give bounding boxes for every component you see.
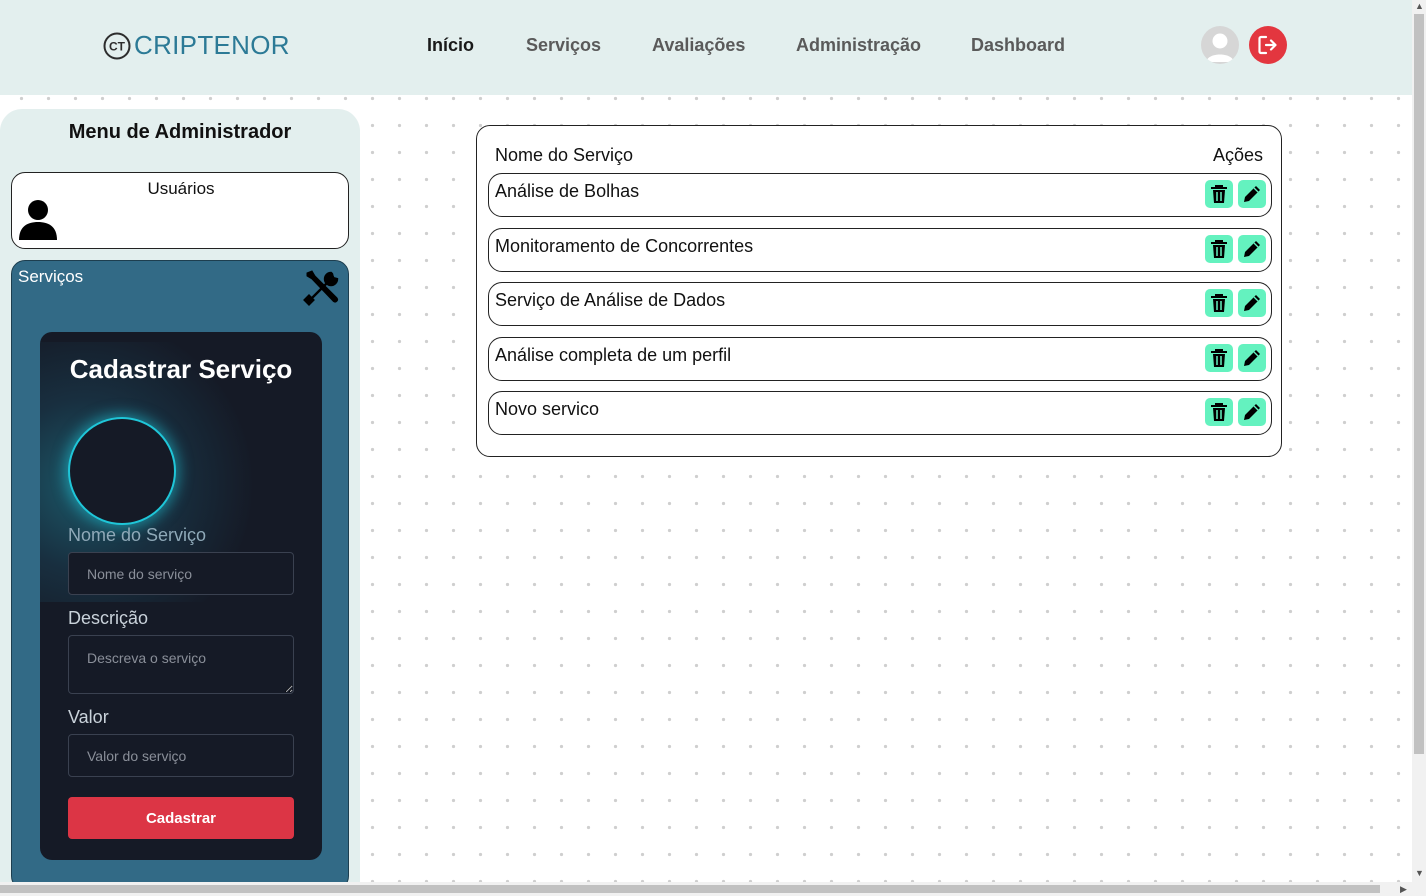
pencil-icon bbox=[1242, 402, 1262, 422]
nav-dashboard[interactable]: Dashboard bbox=[971, 35, 1065, 56]
svg-text:CT: CT bbox=[109, 39, 126, 53]
sidebar-title: Menu de Administrador bbox=[68, 121, 292, 143]
table-row: Serviço de Análise de Dados bbox=[488, 282, 1272, 326]
user-icon bbox=[19, 200, 57, 240]
horizontal-scrollbar[interactable]: ▶ bbox=[0, 882, 1426, 896]
vertical-scrollbar[interactable]: ▲ ▼ bbox=[1412, 0, 1426, 882]
edit-button[interactable] bbox=[1238, 234, 1266, 263]
users-label: Usuários bbox=[147, 179, 215, 198]
trash-icon bbox=[1210, 348, 1228, 368]
service-name: Análise de Bolhas bbox=[495, 181, 640, 201]
edit-button[interactable] bbox=[1238, 398, 1266, 426]
nav-administracao[interactable]: Administração bbox=[796, 35, 921, 56]
form-title: Cadastrar Serviço bbox=[69, 354, 293, 384]
table-row: Novo servico bbox=[488, 391, 1272, 435]
delete-button[interactable] bbox=[1205, 343, 1233, 372]
scroll-right-arrow-icon[interactable]: ▶ bbox=[1400, 885, 1407, 894]
services-table: Nome do Serviço Ações Análise de Bolhas M… bbox=[476, 125, 1282, 457]
logo-text: CRIPTENOR bbox=[134, 30, 290, 60]
trash-icon bbox=[1210, 293, 1228, 313]
logout-icon bbox=[1258, 35, 1277, 55]
description-field-label: Descrição bbox=[68, 608, 149, 628]
edit-button[interactable] bbox=[1238, 289, 1266, 317]
register-service-form: Cadastrar Serviço Nome do Serviço Descri… bbox=[40, 332, 322, 860]
service-name: Análise completa de um perfil bbox=[495, 344, 732, 365]
nav-inicio[interactable]: Início bbox=[427, 35, 474, 56]
pencil-icon bbox=[1242, 184, 1262, 204]
value-field-label: Valor bbox=[68, 707, 109, 727]
table-row: Análise de Bolhas bbox=[488, 173, 1272, 217]
users-menu-card[interactable]: Usuários bbox=[11, 172, 349, 249]
column-header-actions: Ações bbox=[1212, 145, 1263, 165]
delete-button[interactable] bbox=[1205, 234, 1233, 263]
table-row: Análise completa de um perfil bbox=[488, 336, 1272, 381]
delete-button[interactable] bbox=[1205, 398, 1233, 426]
top-header: CT CRIPTENOR Início Serviços Avaliações … bbox=[0, 0, 1412, 95]
edit-button[interactable] bbox=[1238, 180, 1266, 208]
nav-servicos[interactable]: Serviços bbox=[526, 35, 601, 56]
scroll-up-arrow-icon[interactable]: ▲ bbox=[1415, 2, 1424, 11]
service-name: Serviço de Análise de Dados bbox=[495, 290, 726, 310]
horizontal-scroll-thumb[interactable] bbox=[0, 885, 1380, 893]
trash-icon bbox=[1210, 402, 1228, 422]
admin-sidebar: Menu de Administrador Usuários Serviços … bbox=[0, 109, 360, 896]
nav-avaliacoes[interactable]: Avaliações bbox=[652, 35, 745, 56]
logo[interactable]: CT CRIPTENOR bbox=[103, 30, 290, 61]
delete-button[interactable] bbox=[1205, 180, 1233, 208]
service-value-input[interactable] bbox=[68, 734, 294, 777]
service-name-input[interactable] bbox=[68, 552, 294, 595]
service-description-input[interactable] bbox=[68, 635, 294, 694]
column-header-name: Nome do Serviço bbox=[495, 145, 634, 165]
service-image-upload[interactable] bbox=[68, 417, 176, 525]
trash-icon bbox=[1210, 239, 1228, 259]
services-label: Serviços bbox=[18, 267, 84, 286]
trash-icon bbox=[1210, 184, 1228, 204]
register-button[interactable]: Cadastrar bbox=[68, 797, 294, 839]
pencil-icon bbox=[1242, 293, 1262, 313]
name-field-label: Nome do Serviço bbox=[68, 525, 207, 545]
pencil-icon bbox=[1242, 348, 1262, 368]
table-row: Monitoramento de Concorrentes bbox=[488, 227, 1272, 272]
user-avatar-icon[interactable] bbox=[1201, 26, 1239, 64]
service-name: Monitoramento de Concorrentes bbox=[495, 235, 754, 256]
logout-button[interactable] bbox=[1249, 26, 1287, 64]
tools-icon bbox=[303, 270, 339, 306]
edit-button[interactable] bbox=[1238, 343, 1266, 372]
pencil-icon bbox=[1242, 239, 1262, 259]
delete-button[interactable] bbox=[1205, 289, 1233, 317]
vertical-scroll-thumb[interactable] bbox=[1414, 14, 1424, 754]
services-menu-card: Serviços Cadastrar Serviço Nome do Servi… bbox=[11, 260, 349, 890]
logo-mark-icon: CT bbox=[103, 32, 131, 59]
service-name: Novo servico bbox=[495, 399, 600, 419]
scroll-down-arrow-icon[interactable]: ▼ bbox=[1415, 869, 1424, 878]
